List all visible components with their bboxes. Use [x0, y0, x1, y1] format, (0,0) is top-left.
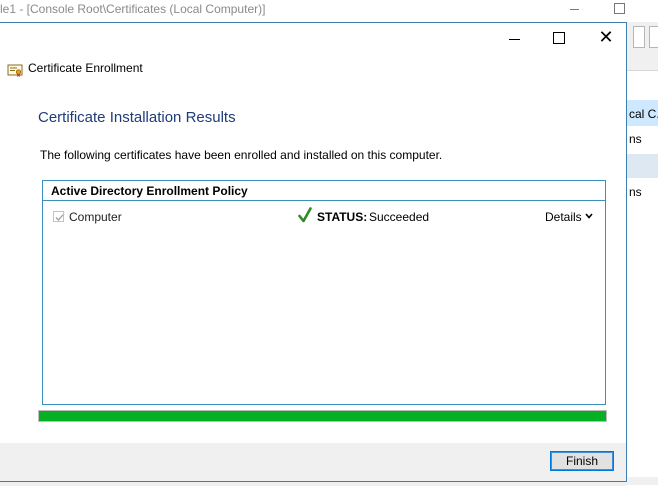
background-panel-item[interactable]: ns	[629, 185, 642, 199]
policy-title: Active Directory Enrollment Policy	[51, 184, 248, 198]
certificate-name: Computer	[69, 210, 122, 224]
background-band	[627, 154, 658, 178]
dialog-footer: Finish	[0, 443, 626, 481]
chevron-down-icon[interactable]	[584, 211, 594, 221]
results-description: The following certificates have been enr…	[40, 148, 443, 162]
page-title: Certificate Installation Results	[38, 109, 236, 126]
progress-fill	[39, 411, 606, 421]
enrollment-progress-bar	[38, 410, 607, 422]
certificate-icon	[7, 64, 23, 77]
status-label: STATUS:	[317, 210, 368, 224]
checkmark-icon	[55, 214, 64, 221]
background-window-title: le1 - [Console Root\Certificates (Local …	[0, 2, 266, 16]
finish-button[interactable]: Finish	[550, 451, 614, 471]
status-value: Succeeded	[369, 210, 430, 224]
maximize-icon[interactable]	[553, 32, 565, 44]
details-link[interactable]: Details	[545, 210, 582, 224]
background-window-titlebar: le1 - [Console Root\Certificates (Local …	[0, 0, 658, 22]
enrollment-policy-list: Active Directory Enrollment Policy Compu…	[42, 180, 606, 405]
minimize-icon[interactable]	[505, 29, 525, 49]
background-maximize-icon[interactable]	[614, 3, 625, 14]
dialog-app-name: Certificate Enrollment	[28, 61, 143, 75]
policy-header: Active Directory Enrollment Policy	[43, 181, 605, 201]
background-panel-header: cal C...	[629, 107, 658, 121]
background-toolbar-button[interactable]	[649, 26, 658, 48]
background-toolbar-button[interactable]	[633, 26, 645, 48]
success-check-icon	[298, 207, 312, 223]
background-panel-item[interactable]: ns	[629, 132, 642, 146]
certificate-enrollment-dialog: ✕ Certificate Enrollment Certificate Ins…	[0, 22, 627, 482]
computer-checkbox[interactable]	[53, 211, 64, 222]
close-icon[interactable]: ✕	[597, 28, 615, 46]
background-minimize-icon[interactable]	[566, 1, 584, 15]
